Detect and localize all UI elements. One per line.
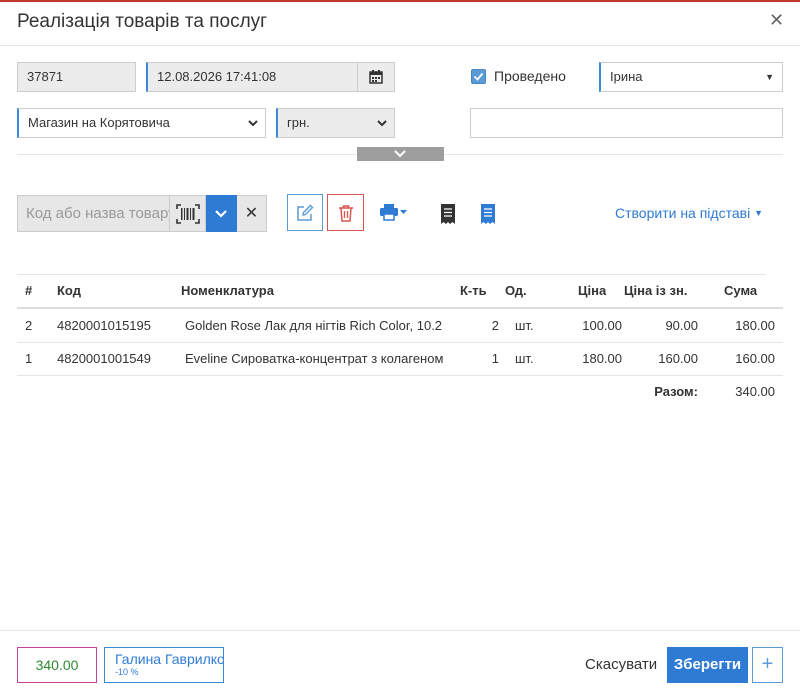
doc-number-field[interactable]: 37871 — [17, 62, 136, 92]
document-total-badge: 340.00 — [17, 647, 97, 683]
col-header-price-discount[interactable]: Ціна із зн. — [624, 283, 687, 298]
create-based-on-label: Створити на підставі — [615, 205, 751, 221]
receipt-icon — [481, 204, 495, 224]
print-icon — [380, 204, 407, 221]
total-label: Разом: — [654, 384, 698, 399]
row-product-name: Golden Rose Лак для нігтів Rich Color, 1… — [185, 318, 443, 333]
barcode-button[interactable] — [170, 195, 206, 232]
col-header-qty[interactable]: К-ть — [460, 283, 487, 298]
user-select[interactable]: Ірина ▼ — [599, 62, 783, 92]
print-menu-button[interactable] — [380, 204, 410, 222]
expand-toggle[interactable] — [357, 147, 444, 161]
edit-icon — [297, 204, 314, 221]
calendar-button[interactable] — [357, 62, 395, 92]
clear-search-button[interactable]: ✕ — [237, 195, 267, 232]
row-price: 100.00 — [582, 318, 622, 333]
row-sum: 160.00 — [735, 351, 775, 366]
row-qty: 1 — [491, 351, 499, 366]
user-value: Ірина — [610, 69, 643, 84]
col-header-sum[interactable]: Сума — [724, 283, 757, 298]
datetime-field[interactable]: 12.08.2026 17:41:08 — [146, 62, 358, 92]
trash-icon — [339, 205, 353, 222]
receipt-icon — [441, 204, 455, 224]
check-icon — [473, 72, 484, 81]
caret-down-icon: ▼ — [754, 208, 763, 218]
col-header-unit[interactable]: Од. — [505, 283, 527, 298]
delete-button[interactable] — [327, 194, 364, 231]
col-header-number[interactable]: # — [25, 283, 32, 298]
caret-down-icon: ▼ — [765, 72, 774, 82]
barcode-icon — [176, 204, 200, 224]
row-price-discount: 90.00 — [665, 318, 698, 333]
edit-button[interactable] — [287, 194, 323, 231]
currency-value: грн. — [287, 115, 310, 130]
chevron-down-icon — [215, 210, 227, 218]
cancel-button[interactable]: Скасувати — [585, 656, 657, 673]
row-number: 2 — [25, 318, 33, 333]
row-number: 1 — [25, 351, 33, 366]
receipt-blue-button[interactable] — [480, 204, 496, 224]
create-based-on-menu[interactable]: Створити на підставі ▼ — [615, 205, 763, 221]
dialog-title: Реалізація товарів та послуг — [17, 11, 268, 32]
col-header-product[interactable]: Номенклатура — [181, 283, 274, 298]
chevron-down-icon — [394, 150, 406, 158]
comment-input[interactable] — [470, 108, 783, 138]
chevron-down-icon — [377, 120, 387, 127]
row-divider — [17, 375, 783, 376]
chevron-down-icon — [248, 120, 258, 127]
search-dropdown-button[interactable] — [206, 195, 237, 232]
row-price-discount: 160.00 — [658, 351, 698, 366]
client-card[interactable]: Галина Гаврилко -10 % — [104, 647, 224, 683]
posted-checkbox[interactable] — [471, 69, 486, 84]
calendar-icon — [369, 70, 383, 84]
footer-divider — [0, 630, 800, 631]
store-select[interactable]: Магазин на Корятовича — [17, 108, 266, 138]
row-sum: 180.00 — [735, 318, 775, 333]
posted-label: Проведено — [494, 68, 566, 84]
col-header-code[interactable]: Код — [57, 283, 81, 298]
row-unit: шт. — [515, 351, 534, 366]
table-top-border — [17, 274, 766, 275]
col-header-price[interactable]: Ціна — [578, 283, 606, 298]
row-qty: 2 — [491, 318, 499, 333]
add-button[interactable]: + — [752, 647, 783, 683]
row-code: 4820001015195 — [57, 318, 151, 333]
row-code: 4820001001549 — [57, 351, 151, 366]
receipt-dark-button[interactable] — [440, 204, 456, 224]
currency-select[interactable]: грн. — [276, 108, 395, 138]
row-price: 180.00 — [582, 351, 622, 366]
row-unit: шт. — [515, 318, 534, 333]
save-button[interactable]: Зберегти — [667, 647, 748, 683]
row-product-name: Eveline Сироватка-концентрат з колагеном — [185, 351, 444, 366]
total-value: 340.00 — [735, 384, 775, 399]
close-icon[interactable]: ✕ — [769, 10, 784, 31]
product-search-input[interactable]: Код або назва товару — [17, 195, 170, 232]
close-icon: ✕ — [244, 205, 259, 222]
client-discount: -10 % — [115, 667, 139, 677]
client-name: Галина Гаврилко — [115, 651, 224, 667]
store-value: Магазин на Корятовича — [28, 115, 170, 130]
